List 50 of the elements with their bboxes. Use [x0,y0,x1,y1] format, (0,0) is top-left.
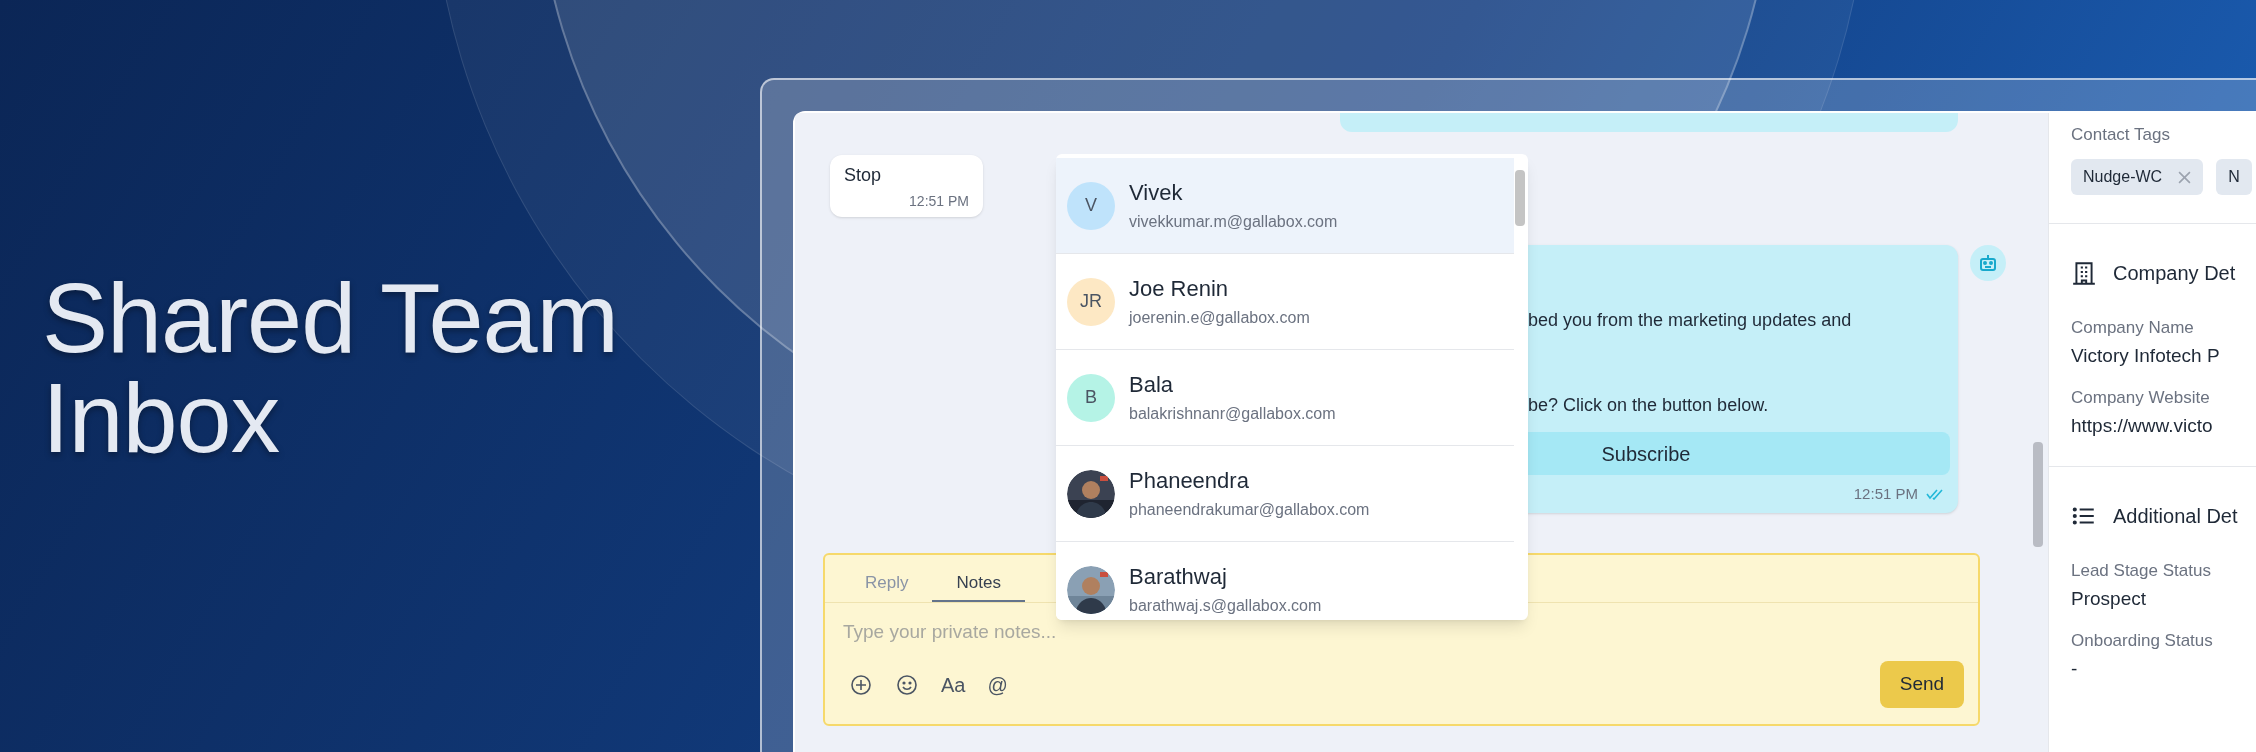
message-text: be? Click on the button below. [1528,394,1769,417]
field-value: https://www.victo [2071,414,2214,438]
field-label: Lead Stage Status [2071,560,2212,582]
message-time: 12:51 PM [908,192,969,211]
section-title: Company Det [2113,261,2236,286]
headline: Shared Team Inbox [42,268,620,468]
avatar: V [1067,181,1115,230]
section-title: Additional Det [2113,504,2238,529]
emoji-button[interactable] [895,672,919,697]
contact-email: phaneendrakumar@gallabox.com [1129,499,1370,520]
field-label: Company Website [2071,387,2211,409]
field-label: Onboarding Status [2071,630,2214,652]
building-icon [2071,260,2097,286]
field-label: Company Name [2071,317,2195,339]
contact-name: Vivek [1129,178,1184,207]
message-text: Stop [844,164,883,187]
contact-name: Joe Renin [1129,274,1230,303]
field-label: Contact Tags [2071,124,2171,146]
avatar: B [1067,373,1115,422]
composer-tab[interactable]: Notes [932,565,1025,602]
tag-label: Nudge-WC [2083,167,2163,187]
contact-email: joerenin.e@gallabox.com [1129,307,1310,328]
mention-option[interactable]: B Bala balakrishnanr@gallabox.com [1056,350,1514,446]
scrollbar-thumb[interactable] [2033,442,2043,547]
field-value: Prospect [2071,587,2147,611]
mention-option[interactable]: V Vivek vivekkumar.m@gallabox.com [1056,158,1514,254]
field-value: Victory Infotech P [2071,344,2221,368]
attach-button[interactable] [849,672,873,697]
smiley-icon [895,672,919,697]
contact-email: barathwaj.s@gallabox.com [1129,595,1322,616]
plus-circle-icon [849,672,873,697]
contact-email: vivekkumar.m@gallabox.com [1129,211,1338,232]
format-button[interactable]: Aa [941,672,966,697]
mention-option[interactable]: Phaneendra phaneendrakumar@gallabox.com [1056,446,1514,542]
scrollbar-thumb[interactable] [1515,170,1525,226]
send-button[interactable]: Send [1880,661,1964,708]
tag-label: N [2228,167,2240,187]
contact-name: Bala [1129,370,1175,399]
field-value: - [2071,657,2079,681]
notes-input[interactable]: Type your private notes... [843,617,1960,647]
message-time: 12:51 PM [1853,484,1918,504]
contact-name: Barathwaj [1129,562,1228,591]
mention-option[interactable]: Barathwaj barathwaj.s@gallabox.com [1056,542,1514,620]
avatar: JR [1067,277,1115,326]
contact-name: Phaneendra [1129,466,1250,495]
mention-option[interactable]: JR Joe Renin joerenin.e@gallabox.com [1056,254,1514,350]
message-text: bed you from the marketing updates and [1528,309,1852,332]
format-button[interactable]: @ [987,672,1008,697]
contact-email: balakrishnanr@gallabox.com [1129,403,1336,424]
robot-icon [1978,253,1998,273]
